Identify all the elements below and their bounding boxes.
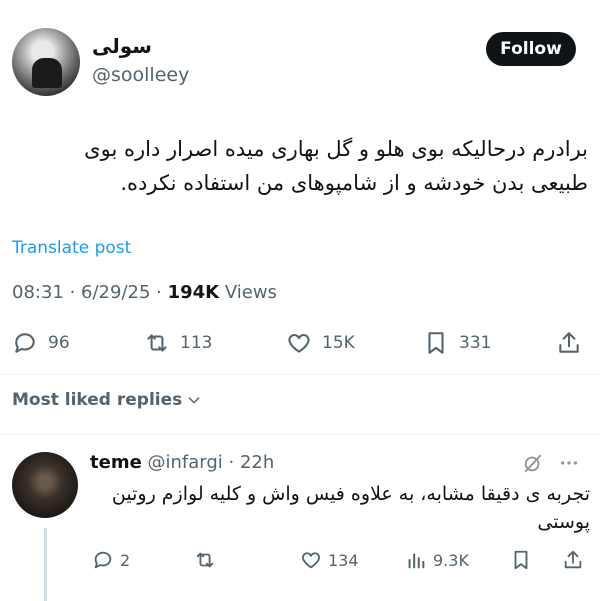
share-icon <box>559 332 579 353</box>
reply-author-handle[interactable]: @infargi <box>148 452 223 473</box>
reply-like-button[interactable]: 134 <box>300 546 359 574</box>
translate-post-link[interactable]: Translate post <box>12 238 131 258</box>
reply-action-bar: 2 134 9.3K <box>0 546 600 574</box>
bookmark-button[interactable]: 331 <box>423 326 491 360</box>
like-button[interactable]: 15K <box>286 326 355 360</box>
views-icon <box>408 553 425 569</box>
reply-like-count: 134 <box>328 550 359 570</box>
tweet-timestamp[interactable]: 08:31 · 6/29/25 · <box>12 282 168 303</box>
author-handle[interactable]: @soolleey <box>92 64 189 86</box>
reply-author-name[interactable]: teme <box>90 452 142 473</box>
reply-reply-button[interactable]: 2 <box>92 546 130 574</box>
reply-bookmark-button[interactable] <box>510 546 532 574</box>
replies-sort-label: Most liked replies <box>12 390 183 410</box>
reply-header-icons <box>522 452 580 474</box>
like-icon <box>288 334 310 353</box>
bookmark-count: 331 <box>459 333 492 353</box>
repost-icon <box>196 552 214 568</box>
like-icon <box>301 552 321 569</box>
author-display-name[interactable]: سولی <box>92 34 152 58</box>
bookmark-icon <box>428 332 444 354</box>
divider <box>0 374 600 375</box>
reply-reply-count: 2 <box>120 550 131 570</box>
like-count: 15K <box>322 333 355 353</box>
reply-button[interactable]: 96 <box>12 326 70 360</box>
bookmark-icon <box>514 550 528 570</box>
replies-sort-dropdown[interactable]: Most liked replies <box>12 390 202 410</box>
reply-icon <box>94 551 112 569</box>
reply-views-button[interactable]: 9.3K <box>405 546 469 574</box>
separator-dot: · <box>222 452 240 473</box>
tweet-action-bar: 96 113 15K 331 <box>0 326 600 360</box>
reply-header: teme @infargi · 22h <box>90 452 274 473</box>
author-avatar[interactable] <box>12 28 80 96</box>
repost-count: 113 <box>180 333 213 353</box>
tweet-text: برادرم درحالیکه بوی هلو و گل بهاری میده … <box>84 137 588 195</box>
reply-count: 96 <box>48 333 70 353</box>
views-count: 194K <box>167 282 220 303</box>
share-icon <box>564 550 582 569</box>
reply-share-button[interactable] <box>562 546 584 574</box>
more-icon[interactable] <box>558 452 580 474</box>
tweet-meta: 08:31 · 6/29/25 · 194K Views <box>12 282 277 303</box>
reply-text: تجربه ی دقیقا مشابه، به علاوه فیس واش و … <box>111 483 590 533</box>
reply-avatar[interactable] <box>12 452 78 518</box>
reply-icon <box>15 333 35 353</box>
reply-views-count: 9.3K <box>433 550 469 570</box>
repost-button[interactable]: 113 <box>144 326 212 360</box>
follow-button[interactable]: Follow <box>486 32 576 66</box>
share-button[interactable] <box>556 326 582 360</box>
reply-repost-button[interactable] <box>194 546 216 574</box>
reply-time[interactable]: 22h <box>240 452 274 473</box>
repost-icon <box>147 334 167 352</box>
grok-icon[interactable] <box>522 452 544 474</box>
divider <box>0 434 600 435</box>
views-label: Views <box>219 282 277 303</box>
chevron-down-icon <box>188 397 200 404</box>
